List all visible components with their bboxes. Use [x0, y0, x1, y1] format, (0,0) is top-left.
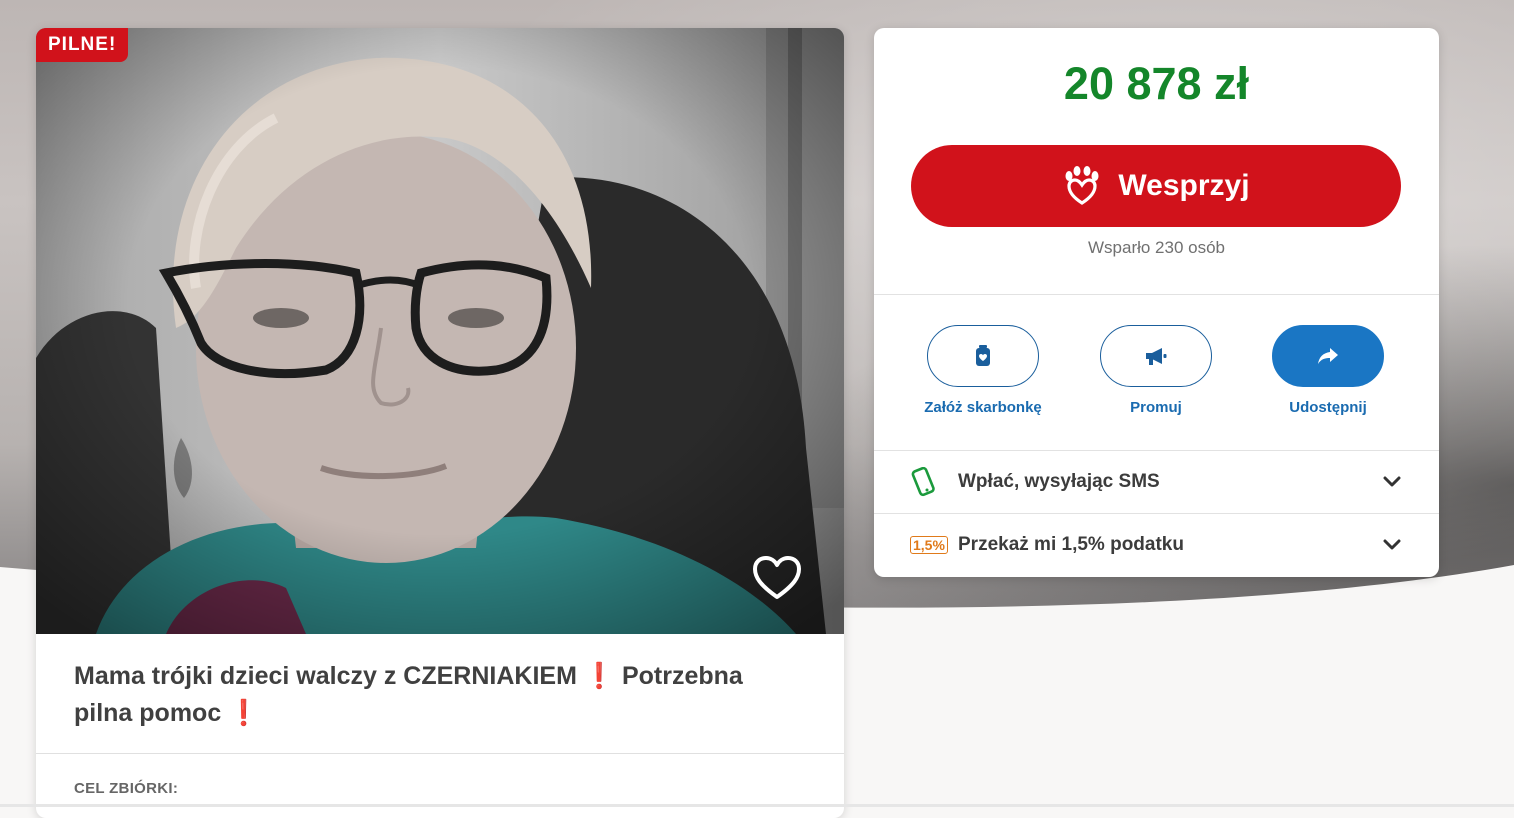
tax-percent-icon: 1,5% [910, 536, 948, 554]
heart-icon [753, 556, 801, 599]
tax-percent-label: Przekaż mi 1,5% podatku [958, 534, 1184, 555]
campaign-title-section: Mama trójki dzieci walczy z CZERNIAKIEM … [36, 634, 844, 754]
paw-heart-icon [1065, 166, 1099, 205]
tax-percent-row[interactable]: 1,5% Przekaż mi 1,5% podatku [874, 514, 1439, 576]
campaign-card: PILNE! Mama trójki dzieci walczy z CZERN… [36, 28, 844, 818]
chevron-down-icon [1383, 476, 1401, 487]
goal-label: CEL ZBIÓRKI: [74, 780, 179, 797]
sms-payment-row[interactable]: Wpłać, wysyłając SMS [874, 451, 1439, 513]
tax-percent-icon-text: 1,5% [913, 537, 945, 553]
sms-payment-label: Wpłać, wysyłając SMS [958, 471, 1160, 492]
share-icon [1318, 348, 1338, 364]
chevron-down-icon [1383, 539, 1401, 550]
action-label: Promuj [1130, 399, 1182, 416]
donation-panel: 20 878 zł Wesprzyj Wsparło 230 osób Załó… [874, 28, 1439, 577]
exclamation-icon: ❗ [583, 662, 615, 690]
urgent-badge: PILNE! [36, 28, 129, 62]
phone-icon [911, 467, 935, 497]
action-circle [1272, 325, 1384, 387]
share-button[interactable]: Udostępnij [1253, 325, 1403, 416]
action-label: Załóż skarbonkę [924, 399, 1042, 416]
create-piggy-bank-button[interactable]: Załóż skarbonkę [908, 325, 1058, 416]
campaign-title: Mama trójki dzieci walczy z CZERNIAKIEM … [74, 658, 806, 732]
action-label: Udostępnij [1289, 399, 1367, 416]
promote-button[interactable]: Promuj [1081, 325, 1231, 416]
raised-amount: 20 878 zł [1063, 58, 1250, 109]
campaign-photo[interactable]: PILNE! [36, 28, 844, 634]
divider [874, 294, 1439, 295]
favorite-heart-button[interactable] [752, 555, 802, 601]
piggy-bank-icon [976, 345, 990, 366]
megaphone-icon [1146, 348, 1167, 365]
action-circle [1100, 325, 1212, 387]
support-button[interactable]: Wesprzyj [911, 145, 1401, 227]
support-button-label: Wesprzyj [1118, 169, 1250, 202]
title-part-1: Mama trójki dzieci walczy z CZERNIAKIEM [74, 662, 577, 690]
exclamation-icon: ❗ [228, 699, 260, 727]
portrait-illustration [36, 28, 844, 634]
action-circle [927, 325, 1039, 387]
supporters-count: Wsparło 230 osób [1087, 238, 1226, 257]
